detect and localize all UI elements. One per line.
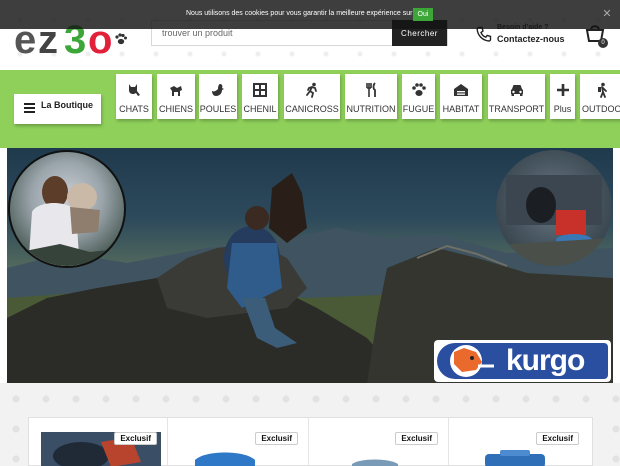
boutique-label: La Boutique	[41, 100, 93, 110]
cookie-accept-button[interactable]: Oui	[413, 8, 433, 21]
plus-icon	[556, 84, 569, 96]
exclusive-badge: Exclusif	[395, 432, 438, 445]
house-icon	[454, 84, 468, 96]
hamburger-icon	[24, 103, 35, 114]
car-icon	[510, 85, 523, 96]
cookie-message: Nous utilisons des cookies pour vous gar…	[186, 10, 430, 17]
cutlery-icon	[366, 82, 376, 97]
kurgo-brand-logo[interactable]: kurgo	[434, 340, 611, 382]
nav-item-transport[interactable]: TRANSPORT	[488, 74, 545, 119]
nav-item-label: HABITAT	[442, 104, 480, 114]
exclusive-badge: Exclusif	[114, 432, 157, 445]
nav-item-habitat[interactable]: HABITAT	[440, 74, 482, 119]
product-card[interactable]: Exclusif	[29, 418, 168, 466]
hiker-icon	[598, 82, 607, 98]
product-image	[352, 459, 398, 466]
product-image	[195, 452, 255, 466]
close-icon[interactable]: ✕	[601, 8, 613, 20]
nav-item-chats[interactable]: CHATS	[116, 74, 152, 119]
nav-item-label: OUTDOO	[582, 104, 620, 114]
product-card[interactable]: Exclusif	[310, 418, 449, 466]
category-nav: La Boutique CHATS CHIENS POULES CHENIL C…	[0, 70, 620, 148]
nav-item-label: CHATS	[119, 104, 149, 114]
product-card[interactable]: Exclusif	[170, 418, 309, 466]
nav-item-label: FUGUE	[402, 104, 435, 114]
nav-item-label: CANICROSS	[285, 104, 339, 114]
nav-item-fugue[interactable]: FUGUE	[402, 74, 435, 119]
nav-item-label: Plus	[553, 104, 572, 114]
nav-item-chenil[interactable]: CHENIL	[242, 74, 278, 119]
exclusive-badge: Exclusif	[536, 432, 579, 445]
nav-item-poules[interactable]: POULES	[199, 74, 237, 119]
contact-us-text: Contactez-nous	[497, 34, 565, 44]
runner-icon	[306, 82, 317, 98]
exclusive-badge: Exclusif	[255, 432, 298, 445]
hen-icon	[212, 84, 224, 96]
cat-icon	[129, 84, 140, 96]
nav-item-outdoor[interactable]: OUTDOO	[580, 74, 620, 119]
woman-dog-photo	[8, 150, 126, 268]
hero-banner[interactable]: kurgo	[7, 148, 613, 383]
cookie-banner: Nous utilisons des cookies pour vous gar…	[0, 0, 620, 29]
product-carousel: Exclusif Exclusif Exclusif Exclusif	[28, 417, 593, 466]
nav-item-label: TRANSPORT	[488, 104, 545, 114]
nav-item-plus[interactable]: Plus	[550, 74, 575, 119]
cart-count-badge: 0	[598, 38, 608, 48]
product-card[interactable]: Exclusif	[450, 418, 589, 466]
nav-item-nutrition[interactable]: NUTRITION	[345, 74, 397, 119]
nav-item-label: NUTRITION	[346, 104, 396, 114]
dog-logo-icon	[450, 345, 494, 377]
product-image	[485, 450, 545, 466]
brand-wordmark: kurgo	[506, 344, 585, 377]
boutique-menu-button[interactable]: La Boutique	[14, 94, 101, 124]
nav-item-label: CHENIL	[243, 104, 277, 114]
dog-icon	[170, 86, 182, 96]
dog-car-photo	[496, 150, 612, 266]
nav-item-label: CHIENS	[158, 104, 193, 114]
paw-icon	[411, 83, 426, 96]
nav-item-canicross[interactable]: CANICROSS	[284, 74, 340, 119]
nav-item-label: POULES	[199, 104, 237, 114]
paw-icon	[115, 33, 127, 45]
nav-item-chiens[interactable]: CHIENS	[157, 74, 195, 119]
kennel-icon	[253, 83, 267, 97]
